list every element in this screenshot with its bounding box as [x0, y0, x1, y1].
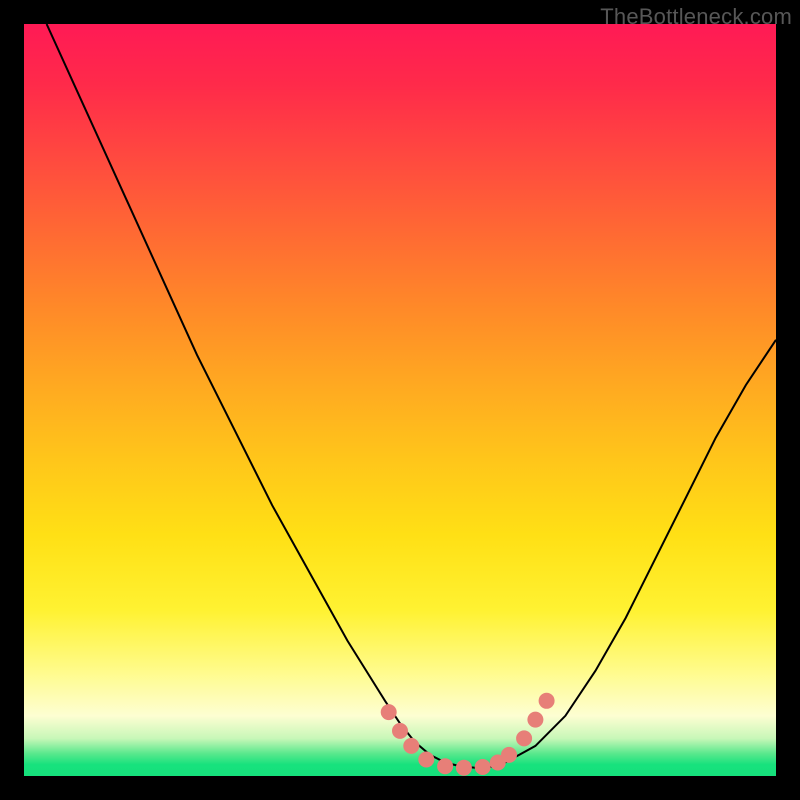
curve-marker [456, 760, 472, 776]
curve-marker [527, 712, 543, 728]
bottleneck-curve [47, 24, 776, 768]
curve-layer [24, 24, 776, 776]
curve-marker [475, 759, 491, 775]
curve-marker [501, 747, 517, 763]
curve-marker [516, 730, 532, 746]
watermark-text: TheBottleneck.com [600, 4, 792, 30]
curve-marker [381, 704, 397, 720]
curve-marker [437, 758, 453, 774]
curve-marker [418, 752, 434, 768]
plot-area [24, 24, 776, 776]
curve-marker [539, 693, 555, 709]
marker-group [381, 693, 555, 776]
chart-frame: TheBottleneck.com [0, 0, 800, 800]
curve-marker [392, 723, 408, 739]
curve-marker [403, 738, 419, 754]
